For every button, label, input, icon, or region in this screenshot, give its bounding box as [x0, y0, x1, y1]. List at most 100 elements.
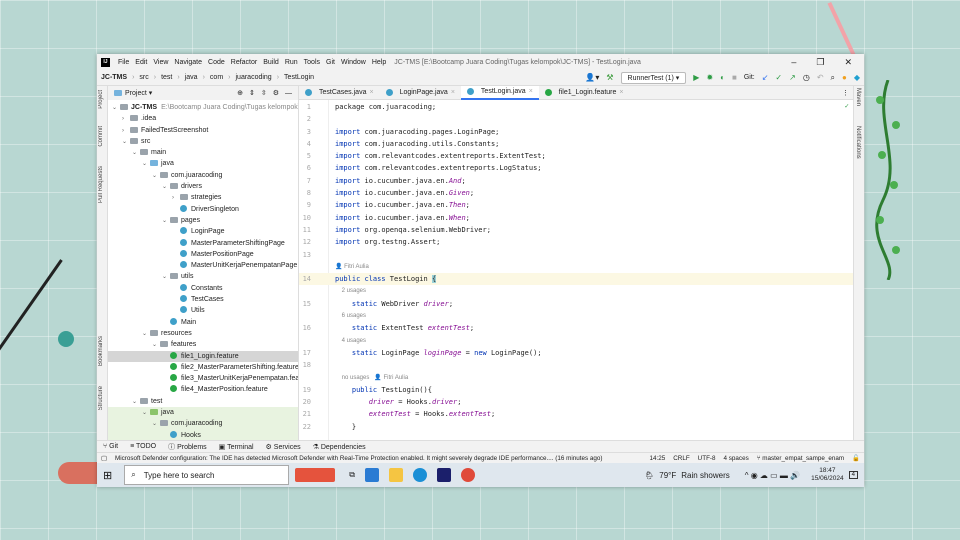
menu-item-edit[interactable]: Edit [135, 59, 147, 66]
tree-item[interactable]: ⌄ JC-TMS E:\Bootcamp Juara Coding\Tugas ke… [108, 102, 298, 113]
tool-window-pull-requests[interactable]: Pull Requests [98, 166, 104, 203]
tree-item[interactable]: ⌄ com.juaracoding [108, 418, 298, 430]
menu-item-file[interactable]: File [118, 59, 129, 66]
menu-item-run[interactable]: Run [285, 59, 298, 66]
tree-item[interactable]: MasterPositionPage [108, 249, 298, 260]
intellij-taskbar-icon[interactable] [436, 468, 451, 482]
hint-text[interactable]: 4 usages [335, 335, 366, 347]
bottom-tab-todo[interactable]: ≡ TODO [130, 443, 156, 450]
code-line[interactable]: 21 extentTest = Hooks.extentTest; [299, 408, 853, 420]
tree-item[interactable]: DriverSingleton [108, 204, 298, 215]
tree-item[interactable]: › FailedTestScreenshot [108, 125, 298, 136]
clock[interactable]: 18:47 15/06/2024 [811, 467, 844, 483]
project-view-select[interactable]: Project ▾ [114, 89, 152, 97]
task-view-icon[interactable]: ⧉ [349, 470, 355, 480]
history-icon[interactable]: ◷ [803, 73, 810, 82]
git-push-icon[interactable]: ↗ [789, 73, 796, 82]
tree-item[interactable]: › strategies [108, 192, 298, 203]
code-area[interactable]: 1 package com.juaracoding; 2 3 import com.ju… [299, 100, 853, 440]
code-line[interactable]: 8 import io.cucumber.java.en.Given; [299, 187, 853, 199]
close-tab-icon[interactable]: × [619, 89, 623, 96]
tree-item[interactable]: ⌄ drivers [108, 181, 298, 192]
tree-item[interactable]: Constants [108, 283, 298, 294]
tool-window-bookmarks[interactable]: Bookmarks [98, 336, 104, 366]
run-config-select[interactable]: RunnerTest (1) ▾ [620, 71, 687, 84]
tabs-menu-icon[interactable]: ⋮ [842, 89, 849, 97]
tree-item[interactable]: ⌄ resources [108, 328, 298, 339]
breadcrumb-item[interactable]: JC-TMS [101, 74, 127, 81]
hint-text[interactable]: 6 usages [335, 310, 366, 322]
hint-text[interactable]: 2 usages [335, 285, 366, 297]
coverage-icon[interactable]: ◐ [720, 73, 725, 82]
editor-tab[interactable]: LoginPage.java × [380, 86, 461, 100]
debug-icon[interactable]: ✹ [706, 73, 713, 82]
notification-center-badge[interactable]: 4 [848, 471, 858, 479]
git-update-icon[interactable]: ↙ [762, 73, 769, 82]
menu-item-help[interactable]: Help [372, 59, 386, 66]
menu-item-view[interactable]: View [153, 59, 168, 66]
indent-setting[interactable]: 4 spaces [724, 455, 749, 462]
maximize-icon[interactable]: ❐ [816, 57, 824, 68]
taskbar-search[interactable]: ⌕ Type here to search [124, 465, 290, 485]
tree-item[interactable]: LoginPage [108, 226, 298, 237]
code-line[interactable]: 11 import org.openqa.selenium.WebDriver; [299, 224, 853, 236]
breadcrumb-item[interactable]: src [139, 74, 148, 81]
code-line[interactable]: 10 import io.cucumber.java.en.When; [299, 212, 853, 224]
menu-item-window[interactable]: Window [341, 59, 366, 66]
code-line[interactable]: 5 import com.relevantcodes.extentreports.… [299, 150, 853, 162]
code-line[interactable]: 20 driver = Hooks.driver; [299, 396, 853, 408]
tree-item[interactable]: ⌄ src [108, 136, 298, 147]
inspection-ok-icon[interactable]: ✓ [845, 102, 849, 110]
tree-item[interactable]: Utils [108, 305, 298, 316]
breadcrumb-item[interactable]: java [185, 74, 198, 81]
code-line[interactable]: 2 [299, 113, 853, 125]
tree-item[interactable]: ⌄ test [108, 396, 298, 407]
tool-window-structure[interactable]: Structure [98, 386, 104, 410]
run-icon[interactable]: ▶ [693, 73, 699, 82]
tree-item[interactable]: ⌄ java [108, 407, 298, 419]
user-icon[interactable]: 👤▾ [585, 73, 599, 82]
windows-start-icon[interactable]: ⊞ [103, 469, 112, 482]
plugin-icon[interactable]: ◆ [854, 73, 860, 82]
tool-window-commit[interactable]: Commit [98, 126, 104, 147]
code-line[interactable]: 6 import com.relevantcodes.extentreports.… [299, 162, 853, 174]
code-line[interactable]: 16 static ExtentTest extentTest; [299, 322, 853, 334]
update-icon[interactable]: ● [842, 73, 847, 82]
hint-text[interactable]: 👤 Fitri Aulia [335, 261, 369, 273]
code-line[interactable]: 14 public class TestLogin { [299, 273, 853, 286]
tree-item[interactable]: ⌄ java [108, 158, 298, 169]
stop-icon[interactable]: ■ [732, 73, 737, 82]
code-line[interactable]: 19 public TestLogin(){ [299, 384, 853, 396]
build-hammer-icon[interactable]: ⚒ [606, 73, 613, 82]
tree-item[interactable]: MasterParameterShiftingPage [108, 238, 298, 249]
menu-item-git[interactable]: Git [326, 59, 335, 66]
code-line[interactable]: 22 } [299, 421, 853, 433]
code-line[interactable]: 7 import io.cucumber.java.en.And; [299, 175, 853, 187]
code-line[interactable]: 1 package com.juaracoding; [299, 101, 853, 113]
editor-tab[interactable]: file1_Login.feature × [539, 86, 630, 100]
menu-item-refactor[interactable]: Refactor [231, 59, 257, 66]
file-explorer-icon[interactable] [388, 468, 403, 482]
locate-icon[interactable]: ⊕ [237, 89, 243, 97]
tree-item[interactable]: ⌄ features [108, 339, 298, 350]
code-line[interactable]: 12 import org.testng.Assert; [299, 236, 853, 248]
chrome-icon[interactable] [460, 468, 475, 482]
menu-item-navigate[interactable]: Navigate [174, 59, 202, 66]
code-line[interactable]: 3 import com.juaracoding.pages.LoginPage; [299, 126, 853, 138]
tree-item[interactable]: file4_MasterPosition.feature [108, 384, 298, 395]
notification-icon[interactable]: ▢ [101, 455, 107, 462]
tool-window-project[interactable]: Project [98, 90, 104, 109]
breadcrumb-item[interactable]: com [210, 74, 223, 81]
bottom-tab-dependencies[interactable]: ⚗ Dependencies [313, 443, 366, 451]
close-tab-icon[interactable]: × [369, 89, 373, 96]
rollback-icon[interactable]: ↶ [817, 73, 824, 82]
tree-item[interactable]: ⌄ com.juaracoding [108, 170, 298, 181]
breadcrumb-item[interactable]: test [161, 74, 172, 81]
hide-icon[interactable]: — [285, 90, 292, 97]
code-line[interactable]: 13 [299, 249, 853, 261]
tray-icons[interactable]: ^ ◉ ☁ ▭ ▬ 🔊 [745, 471, 800, 480]
tool-window-notifications[interactable]: Notifications [855, 126, 861, 159]
editor-tab[interactable]: TestLogin.java × [460, 85, 539, 100]
code-line[interactable]: 9 import io.cucumber.java.en.Then; [299, 199, 853, 211]
status-message[interactable]: Microsoft Defender configuration: The ID… [115, 455, 642, 462]
